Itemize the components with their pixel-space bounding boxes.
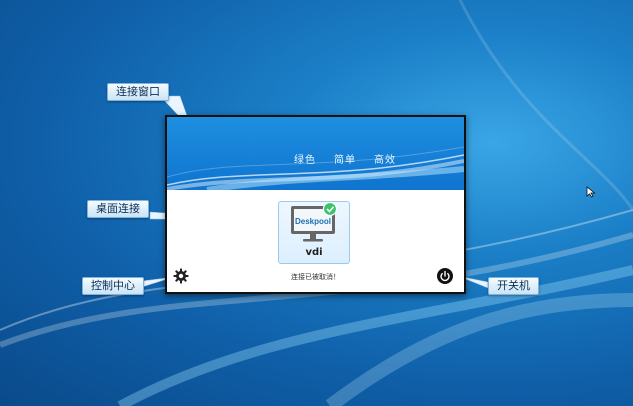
slogan-efficient: 高效 [374, 155, 396, 166]
callout-desktop-connection: 桌面连接 [87, 200, 149, 218]
desktop-tile-vdi[interactable]: Deskpool vdi [278, 201, 350, 264]
mouse-cursor-icon [586, 186, 596, 198]
gear-icon[interactable] [173, 268, 189, 284]
status-message: 连接已被取消！ [291, 273, 340, 281]
callout-power: 开关机 [488, 277, 539, 295]
slogan-list: 绿色 简单 高效 [294, 151, 396, 166]
desktop-name: vdi [305, 247, 323, 258]
connection-window: 绿色 简单 高效 Deskpool vdi 连接已被取消！ [165, 115, 466, 294]
callout-control-center: 控制中心 [82, 277, 144, 295]
deskpool-logo: Deskpool [295, 217, 331, 226]
monitor-icon: Deskpool [291, 201, 338, 242]
power-icon[interactable] [437, 268, 453, 284]
check-icon [322, 201, 338, 217]
slogan-simple: 简单 [334, 155, 356, 166]
slogan-green: 绿色 [294, 155, 316, 166]
window-banner: 绿色 简单 高效 [167, 117, 464, 190]
callout-connection-window: 连接窗口 [107, 83, 169, 101]
